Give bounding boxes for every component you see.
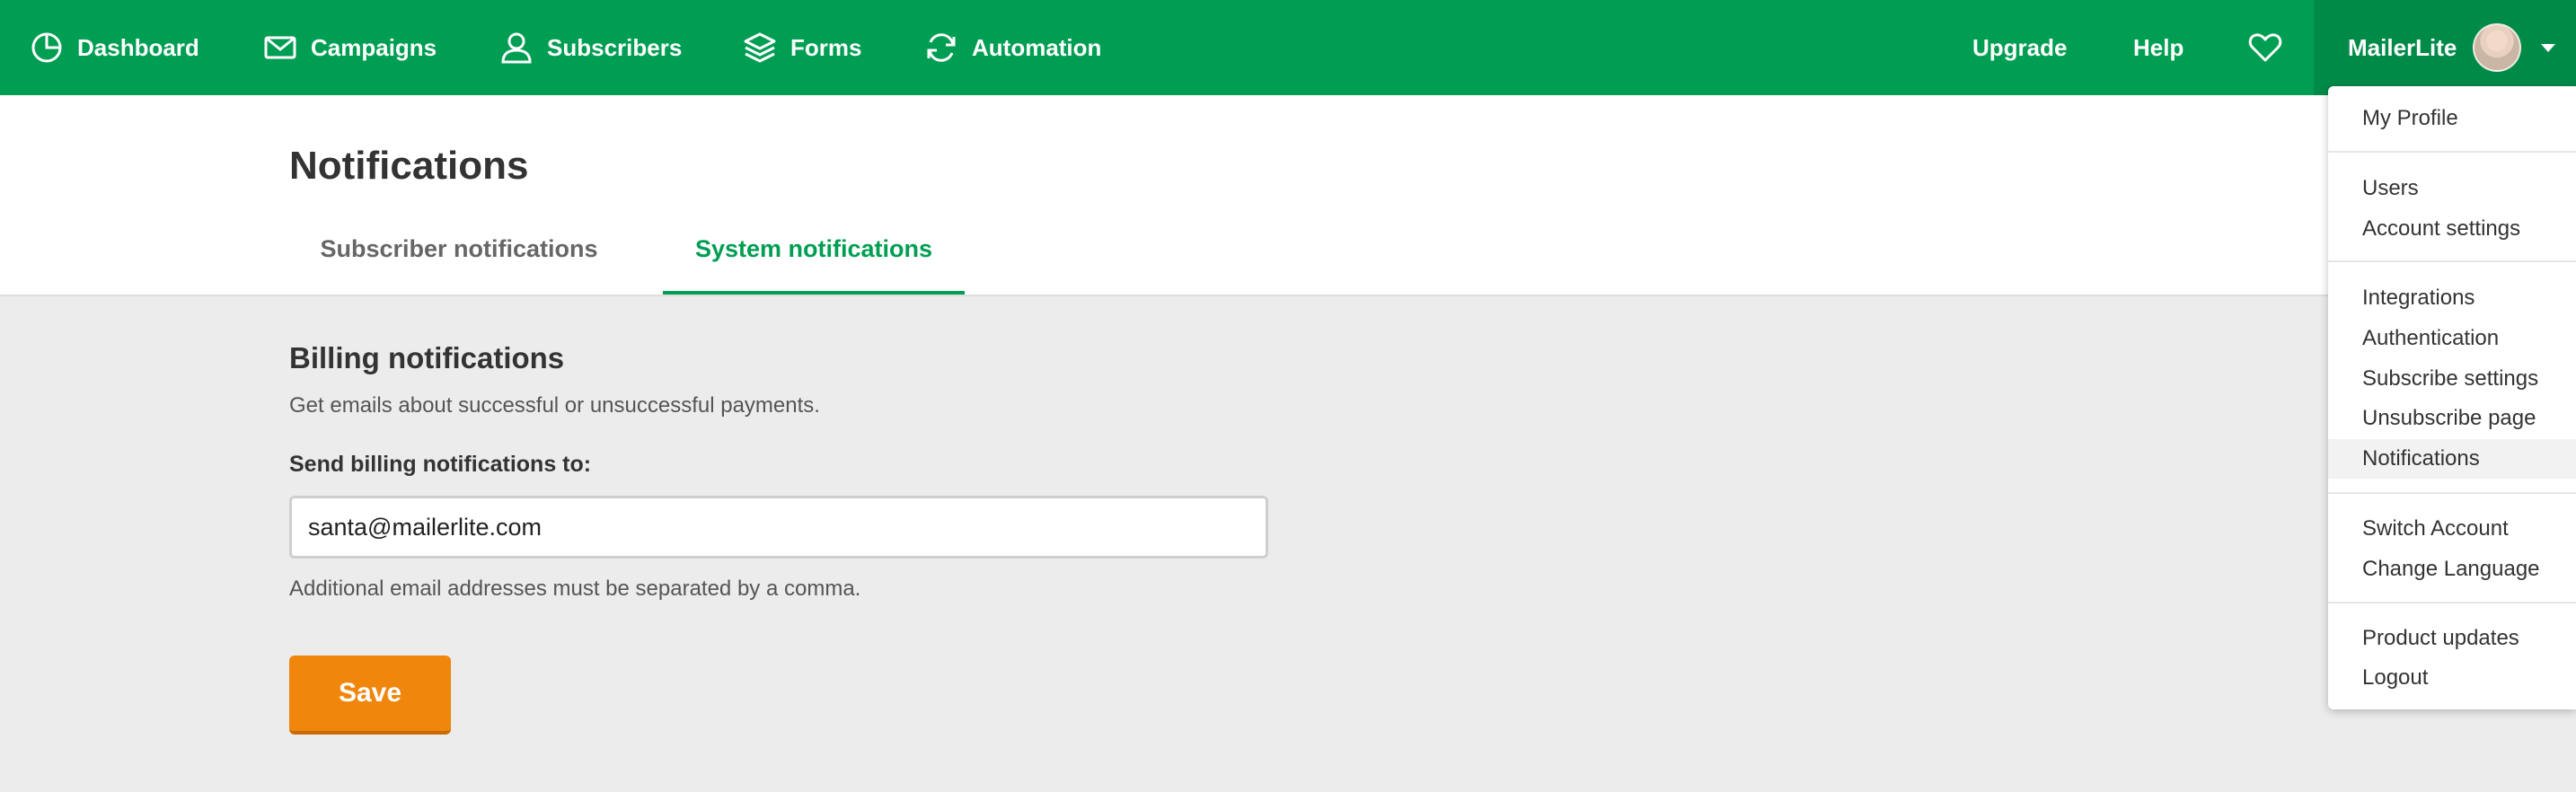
menu-item-my-profile[interactable]: My Profile (2328, 99, 2576, 138)
field-hint: Additional email addresses must be separ… (289, 576, 861, 601)
nav-automation-label: Automation (972, 33, 1102, 61)
page-title: Notifications (289, 144, 529, 188)
account-dropdown-menu: My Profile Users Account settings Integr… (2328, 86, 2576, 709)
layers-icon (744, 32, 776, 63)
nav-upgrade-label: Upgrade (1972, 33, 2068, 61)
menu-item-users[interactable]: Users (2328, 169, 2576, 208)
refresh-icon (927, 33, 956, 62)
menu-item-unsubscribe-page[interactable]: Unsubscribe page (2328, 399, 2576, 438)
menu-divider (2328, 602, 2576, 603)
nav-help[interactable]: Help (2133, 0, 2183, 95)
chevron-down-icon (2541, 43, 2556, 52)
heart-icon (2248, 33, 2282, 62)
menu-item-change-language[interactable]: Change Language (2328, 550, 2576, 589)
tab-label: Subscriber notifications (320, 235, 598, 262)
page-header: Notifications Subscriber notifications S… (0, 95, 2576, 296)
menu-item-account-settings[interactable]: Account settings (2328, 209, 2576, 249)
tab-system-notifications[interactable]: System notifications (663, 235, 965, 295)
account-name: MailerLite (2348, 33, 2457, 61)
nav-subscribers[interactable]: Subscribers (498, 0, 682, 95)
top-navigation: Dashboard Campaigns Subscribers Forms Au… (0, 0, 2576, 95)
nav-dashboard[interactable]: Dashboard (29, 0, 199, 95)
email-field-label: Send billing notifications to: (289, 452, 592, 477)
tab-label: System notifications (694, 235, 933, 262)
menu-item-integrations[interactable]: Integrations (2328, 278, 2576, 318)
menu-divider (2328, 260, 2576, 262)
dashboard-icon (31, 32, 62, 63)
nav-forms[interactable]: Forms (742, 0, 861, 95)
avatar (2473, 23, 2522, 72)
section-description: Get emails about successful or unsuccess… (289, 393, 820, 418)
menu-item-subscribe-settings[interactable]: Subscribe settings (2328, 359, 2576, 399)
menu-divider (2328, 151, 2576, 153)
nav-help-label: Help (2133, 33, 2184, 61)
nav-campaigns-label: Campaigns (311, 33, 437, 61)
menu-item-notifications[interactable]: Notifications (2328, 439, 2576, 479)
save-button[interactable]: Save (289, 656, 451, 735)
favorites-button[interactable] (2247, 0, 2296, 95)
menu-item-product-updates[interactable]: Product updates (2328, 619, 2576, 658)
menu-item-logout[interactable]: Logout (2328, 658, 2576, 698)
nav-subscribers-label: Subscribers (547, 33, 683, 61)
user-icon (501, 32, 532, 64)
tab-subscriber-notifications[interactable]: Subscriber notifications (304, 235, 614, 295)
nav-campaigns[interactable]: Campaigns (262, 0, 437, 95)
envelope-icon (264, 36, 296, 59)
nav-forms-label: Forms (790, 33, 862, 61)
nav-dashboard-label: Dashboard (77, 33, 199, 61)
nav-upgrade[interactable]: Upgrade (1972, 0, 2067, 95)
menu-item-switch-account[interactable]: Switch Account (2328, 509, 2576, 549)
billing-email-field[interactable] (289, 496, 1268, 559)
section-title: Billing notifications (289, 341, 565, 374)
nav-automation[interactable]: Automation (923, 0, 1101, 95)
account-menu-toggle[interactable]: MailerLite (2314, 0, 2576, 95)
menu-item-authentication[interactable]: Authentication (2328, 319, 2576, 358)
menu-divider (2328, 492, 2576, 494)
